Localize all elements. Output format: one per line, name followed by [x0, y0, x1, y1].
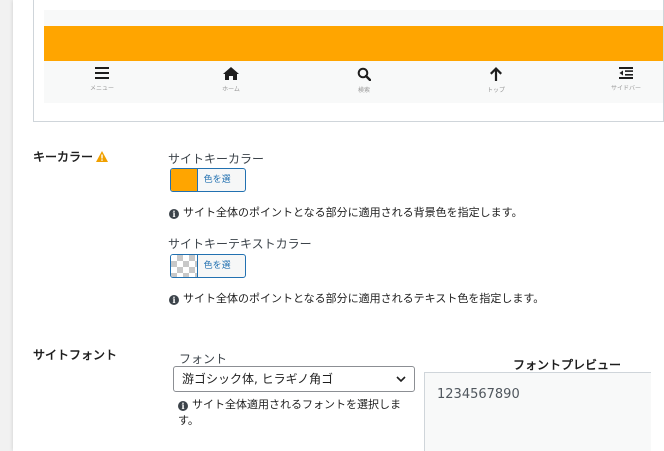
- font-preview-box: 1234567890: [424, 372, 651, 451]
- info-icon: i: [169, 295, 179, 305]
- site-key-text-color-help: i サイト全体のポイントとなる部分に適用されるテキスト色を指定します。: [169, 290, 544, 306]
- site-key-color-help: i サイト全体のポイントとなる部分に適用される背景色を指定します。: [169, 204, 523, 220]
- site-key-text-color-label: サイトキーテキストカラー: [168, 237, 312, 251]
- nav-label: トップ: [486, 87, 505, 94]
- font-help-text: サイト全体適用されるフォントを選択します。: [178, 398, 401, 427]
- nav-item-home: ホーム: [196, 67, 266, 93]
- color-swatch: [171, 169, 198, 191]
- nav-item-menu: メニュー: [67, 67, 137, 92]
- nav-label: サイドバー: [610, 85, 641, 92]
- site-key-text-color-picker-button[interactable]: 色を選択: [170, 254, 246, 278]
- font-preview-text: 1234567890: [437, 387, 520, 402]
- site-font-section-label: サイトフォント: [33, 348, 118, 362]
- nav-item-sidebar: サイドバー: [591, 67, 661, 92]
- select-color-label: 色を選択: [203, 175, 231, 185]
- chevron-down-icon: [396, 376, 406, 383]
- site-key-text-color-help-text: サイト全体のポイントとなる部分に適用されるテキスト色を指定します。: [183, 292, 545, 305]
- home-icon: [223, 67, 239, 80]
- preview-canvas: メニュー ホーム 検索 トップ サイドバー: [44, 10, 663, 103]
- font-select[interactable]: 游ゴシック体, ヒラギノ角ゴ: [173, 366, 415, 392]
- preview-header-bar: [44, 26, 663, 61]
- preview-mobile-nav: メニュー ホーム 検索 トップ サイドバー: [44, 61, 663, 103]
- key-color-section-label: キーカラー: [33, 148, 109, 165]
- font-help: i サイト全体適用されるフォントを選択します。: [178, 397, 418, 429]
- theme-preview: メニュー ホーム 検索 トップ サイドバー: [33, 0, 664, 122]
- nav-label: 検索: [357, 87, 370, 94]
- menu-icon: [95, 67, 109, 79]
- search-icon: [357, 67, 371, 81]
- info-icon: i: [178, 401, 188, 411]
- warning-icon: [96, 151, 109, 162]
- arrow-up-icon: [490, 67, 502, 81]
- transparent-swatch: [171, 255, 198, 277]
- select-color-label: 色を選択: [203, 261, 231, 271]
- nav-label: ホーム: [222, 86, 240, 93]
- site-key-color-label: サイトキーカラー: [168, 152, 265, 166]
- site-key-color-help-text: サイト全体のポイントとなる部分に適用される背景色を指定します。: [183, 206, 523, 219]
- font-select-value: 游ゴシック体, ヒラギノ角ゴ: [182, 372, 334, 386]
- nav-item-top: トップ: [461, 67, 531, 94]
- sidebar-icon: [619, 67, 633, 79]
- nav-item-search: 検索: [329, 67, 399, 94]
- settings-panel: メニュー ホーム 検索 トップ サイドバー キーカラー サイトキーカラー 色を選…: [13, 0, 664, 451]
- font-preview-title: フォントプレビュー: [513, 358, 622, 372]
- key-color-label: キーカラー: [33, 150, 94, 164]
- font-label: フォント: [179, 352, 228, 366]
- info-icon: i: [169, 209, 179, 219]
- nav-label: メニュー: [89, 85, 114, 92]
- site-key-color-picker-button[interactable]: 色を選択: [170, 168, 246, 192]
